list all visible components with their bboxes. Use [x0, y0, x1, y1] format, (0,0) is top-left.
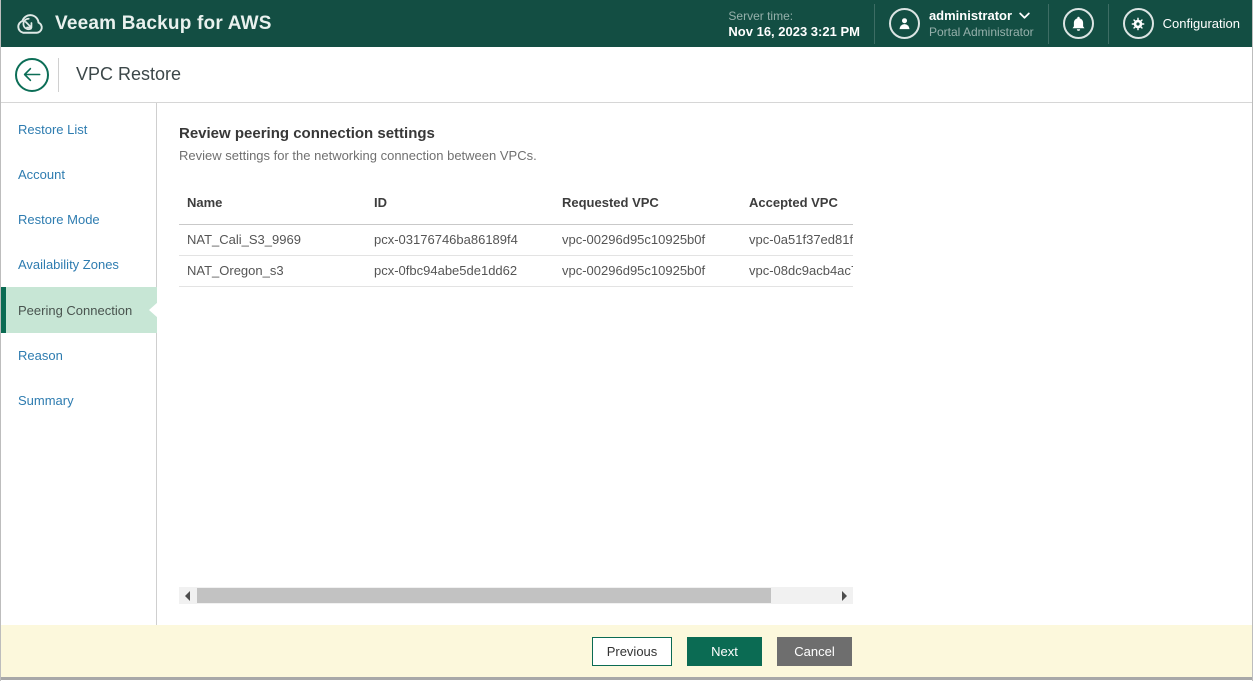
sidebar-item-label: Reason	[18, 348, 63, 363]
veeam-logo-icon	[14, 10, 45, 38]
top-header-bar: Veeam Backup for AWS Server time: Nov 16…	[1, 0, 1252, 47]
next-button[interactable]: Next	[687, 636, 762, 666]
left-arrow-icon	[185, 590, 190, 601]
configuration-button[interactable]: Configuration	[1122, 8, 1240, 39]
user-text: administrator Portal Administrator	[929, 8, 1034, 40]
sidebar-item-restore-list[interactable]: Restore List	[1, 107, 156, 152]
gear-icon	[1122, 8, 1154, 39]
user-avatar-icon	[888, 8, 920, 39]
cell-requested-vpc: vpc-00296d95c10925b0f	[554, 255, 741, 287]
scrollbar-track[interactable]	[196, 587, 836, 604]
table-header-row: Name ID Requested VPC Accepted VPC	[179, 189, 853, 225]
vertical-separator	[873, 3, 875, 44]
wizard-footer: Previous Next Cancel	[1, 625, 1252, 680]
right-arrow-icon	[842, 590, 847, 601]
header-actions: Server time: Nov 16, 2023 3:21 PM admini…	[728, 3, 1240, 44]
vertical-separator	[58, 57, 59, 92]
scrollbar-right-arrow-button[interactable]	[836, 587, 853, 604]
cell-name: NAT_Oregon_s3	[179, 255, 366, 287]
sidebar-item-peering-connection[interactable]: Peering Connection	[1, 287, 157, 333]
cell-name: NAT_Cali_S3_9969	[179, 224, 366, 256]
cancel-button[interactable]: Cancel	[777, 636, 852, 666]
sidebar-item-label: Restore List	[18, 122, 88, 137]
cell-id: pcx-0fbc94abe5de1dd62	[366, 255, 554, 287]
sidebar-item-availability-zones[interactable]: Availability Zones	[1, 242, 156, 287]
cell-accepted-vpc: vpc-08dc9acb4ac7	[741, 255, 853, 287]
sidebar-item-account[interactable]: Account	[1, 152, 156, 197]
title-bar: VPC Restore	[1, 47, 1252, 103]
scrollbar-thumb[interactable]	[197, 588, 771, 603]
previous-button[interactable]: Previous	[592, 636, 672, 666]
back-button[interactable]	[15, 57, 49, 92]
notifications-button[interactable]	[1062, 8, 1094, 39]
user-name: administrator	[928, 7, 1013, 23]
main-content: Review peering connection settings Revie…	[157, 103, 1252, 625]
sidebar-item-label: Availability Zones	[18, 257, 119, 272]
sidebar-item-label: Peering Connection	[18, 302, 133, 318]
sidebar-item-label: Account	[18, 167, 65, 182]
app-window: Veeam Backup for AWS Server time: Nov 16…	[0, 0, 1253, 681]
bell-icon	[1072, 16, 1085, 31]
scrollbar-left-arrow-button[interactable]	[179, 587, 196, 604]
back-arrow-icon	[23, 67, 41, 82]
column-header-id: ID	[366, 189, 554, 225]
sidebar-item-label: Summary	[18, 393, 74, 408]
sidebar-item-label: Restore Mode	[18, 212, 100, 227]
sidebar-item-restore-mode[interactable]: Restore Mode	[1, 197, 156, 242]
column-header-accepted-vpc: Accepted VPC	[741, 189, 853, 225]
vertical-separator	[1107, 3, 1109, 44]
vertical-separator	[1047, 3, 1049, 44]
brand: Veeam Backup for AWS	[14, 10, 272, 38]
cell-accepted-vpc: vpc-0a51f37ed81f2	[741, 224, 853, 256]
user-menu[interactable]: administrator Portal Administrator	[888, 8, 1034, 40]
page-title: VPC Restore	[76, 64, 182, 84]
peering-connections-table: Name ID Requested VPC Accepted VPC NAT_C…	[179, 189, 853, 287]
server-time: Server time: Nov 16, 2023 3:21 PM	[728, 8, 860, 40]
chevron-down-icon	[1019, 12, 1030, 19]
server-time-value: Nov 16, 2023 3:21 PM	[728, 23, 860, 39]
table-row[interactable]: NAT_Oregon_s3 pcx-0fbc94abe5de1dd62 vpc-…	[179, 255, 853, 287]
column-header-name: Name	[179, 189, 366, 225]
server-time-label: Server time:	[728, 8, 794, 23]
horizontal-scrollbar[interactable]	[179, 587, 853, 604]
sidebar-item-summary[interactable]: Summary	[1, 378, 156, 423]
sidebar-item-reason[interactable]: Reason	[1, 333, 156, 378]
section-subheading: Review settings for the networking conne…	[179, 148, 537, 163]
configuration-label: Configuration	[1162, 16, 1240, 31]
cell-requested-vpc: vpc-00296d95c10925b0f	[554, 224, 741, 256]
wizard-steps-sidebar: Restore List Account Restore Mode Availa…	[1, 103, 157, 625]
user-role: Portal Administrator	[928, 24, 1034, 39]
cell-id: pcx-03176746ba86189f4	[366, 224, 554, 256]
table-row[interactable]: NAT_Cali_S3_9969 pcx-03176746ba86189f4 v…	[179, 224, 853, 256]
column-header-requested-vpc: Requested VPC	[554, 189, 741, 225]
section-heading: Review peering connection settings	[179, 125, 435, 142]
app-title: Veeam Backup for AWS	[55, 12, 272, 34]
page-body: Restore List Account Restore Mode Availa…	[1, 103, 1252, 625]
